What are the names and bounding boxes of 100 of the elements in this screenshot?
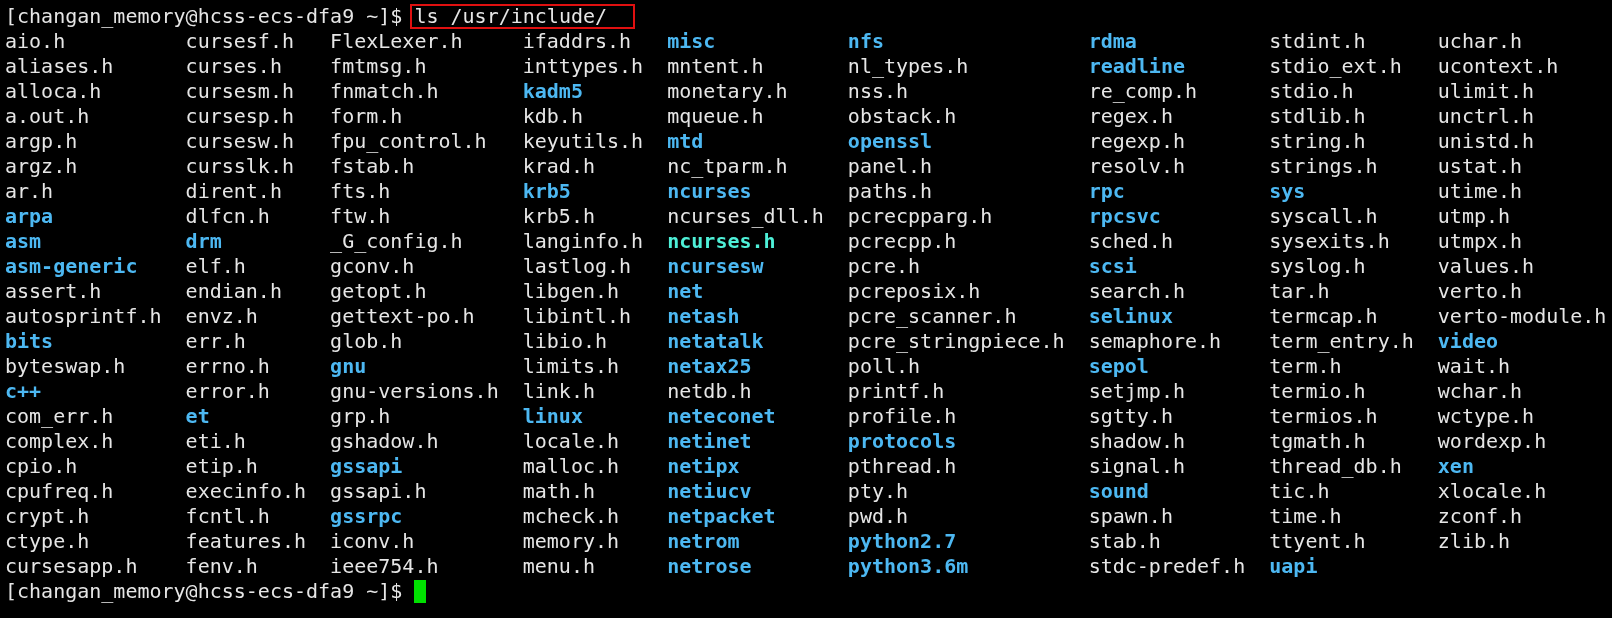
file-name: zlib.h xyxy=(1437,529,1511,553)
file-name: sysexits.h xyxy=(1269,229,1390,253)
file-name: semaphore.h xyxy=(1088,329,1222,353)
file-name: ctype.h xyxy=(5,529,90,553)
file-name: tar.h xyxy=(1269,279,1330,303)
file-name: locale.h xyxy=(522,429,620,453)
file-name: ulimit.h xyxy=(1437,79,1535,103)
file-name: string.h xyxy=(1269,129,1366,153)
file-name: cursesp.h xyxy=(185,104,294,128)
file-name: dlfcn.h xyxy=(185,204,270,228)
directory-name: netatalk xyxy=(667,329,764,353)
file-name: profile.h xyxy=(847,404,957,428)
file-name: tic.h xyxy=(1269,479,1330,503)
file-name: verto.h xyxy=(1437,279,1523,303)
file-name: uchar.h xyxy=(1437,29,1523,53)
file-name: execinfo.h xyxy=(185,479,307,503)
file-name: ifaddrs.h xyxy=(522,29,632,53)
file-name: wctype.h xyxy=(1437,404,1535,428)
file-name: errno.h xyxy=(185,354,270,378)
file-name: krb5.h xyxy=(522,204,595,228)
file-name: ucontext.h xyxy=(1437,54,1559,78)
file-name: pcre_scanner.h xyxy=(847,304,1017,328)
file-name: crypt.h xyxy=(5,504,90,528)
file-name: gettext-po.h xyxy=(330,304,475,328)
directory-name: uapi xyxy=(1269,554,1318,578)
directory-name: kadm5 xyxy=(522,79,583,103)
file-name: pcre_stringpiece.h xyxy=(847,329,1065,353)
directory-name: sound xyxy=(1088,479,1149,503)
directory-name: sepol xyxy=(1088,354,1149,378)
file-name: syslog.h xyxy=(1269,254,1366,278)
file-name: pcrecpp.h xyxy=(847,229,957,253)
file-name: stdint.h xyxy=(1269,29,1366,53)
file-name: gssapi.h xyxy=(330,479,427,503)
file-name: printf.h xyxy=(847,379,945,403)
directory-name: asm-generic xyxy=(5,254,138,278)
file-name: fts.h xyxy=(330,179,391,203)
file-name: xlocale.h xyxy=(1437,479,1547,503)
directory-name: rpcsvc xyxy=(1088,204,1161,228)
file-name: strings.h xyxy=(1269,154,1378,178)
file-name: wait.h xyxy=(1437,354,1511,378)
file-name: FlexLexer.h xyxy=(330,29,463,53)
file-name: paths.h xyxy=(847,179,933,203)
directory-name: krb5 xyxy=(522,179,571,203)
file-name: langinfo.h xyxy=(522,229,644,253)
file-name: pwd.h xyxy=(847,504,909,528)
file-name: fnmatch.h xyxy=(330,79,439,103)
directory-name: xen xyxy=(1437,454,1474,478)
file-name: argp.h xyxy=(5,129,78,153)
file-name: pcre.h xyxy=(847,254,921,278)
file-name: netdb.h xyxy=(667,379,752,403)
file-name: alloca.h xyxy=(5,79,102,103)
directory-name: gnu xyxy=(330,354,367,378)
file-name: ncurses_dll.h xyxy=(667,204,824,228)
file-name: re_comp.h xyxy=(1088,79,1198,103)
file-name: argz.h xyxy=(5,154,78,178)
file-name: cursesf.h xyxy=(185,29,294,53)
file-name: mqueue.h xyxy=(667,104,764,128)
shell-prompt: [changan_memory@hcss-ecs-dfa9 ~]$ xyxy=(5,4,403,29)
file-name: lastlog.h xyxy=(522,254,632,278)
file-name: a.out.h xyxy=(5,104,90,128)
file-name: cursslk.h xyxy=(185,154,294,178)
file-name: elf.h xyxy=(185,254,246,278)
file-name: pthread.h xyxy=(847,454,957,478)
file-name: ar.h xyxy=(5,179,54,203)
file-name: memory.h xyxy=(522,529,620,553)
file-name: ustat.h xyxy=(1437,154,1523,178)
directory-name: arpa xyxy=(5,204,54,228)
file-name: regex.h xyxy=(1088,104,1173,128)
directory-name: openssl xyxy=(847,129,933,153)
file-name: termcap.h xyxy=(1269,304,1378,328)
directory-name: mtd xyxy=(667,129,704,153)
file-name: regexp.h xyxy=(1088,129,1185,153)
directory-name: scsi xyxy=(1088,254,1137,278)
file-name: pty.h xyxy=(847,479,909,503)
file-name: libintl.h xyxy=(522,304,632,328)
file-name: termios.h xyxy=(1269,404,1378,428)
file-name: gconv.h xyxy=(330,254,415,278)
file-name: cursesm.h xyxy=(185,79,294,103)
file-name: resolv.h xyxy=(1088,154,1185,178)
file-name: endian.h xyxy=(185,279,282,303)
file-name: libgen.h xyxy=(522,279,620,303)
file-name: aliases.h xyxy=(5,54,114,78)
file-name: stdio_ext.h xyxy=(1269,54,1402,78)
file-name: stdlib.h xyxy=(1269,104,1366,128)
file-name: com_err.h xyxy=(5,404,114,428)
file-name: shadow.h xyxy=(1088,429,1185,453)
file-name: wchar.h xyxy=(1437,379,1523,403)
file-name: monetary.h xyxy=(667,79,788,103)
file-name: values.h xyxy=(1437,254,1535,278)
file-name: etip.h xyxy=(185,454,258,478)
directory-name: netpacket xyxy=(667,504,776,528)
directory-name: netash xyxy=(667,304,740,328)
file-name: cursesapp.h xyxy=(5,554,138,578)
file-name: assert.h xyxy=(5,279,102,303)
file-name: spawn.h xyxy=(1088,504,1173,528)
file-name: cpio.h xyxy=(5,454,78,478)
file-name: libio.h xyxy=(522,329,608,353)
file-name: wordexp.h xyxy=(1437,429,1547,453)
file-name: cursesw.h xyxy=(185,129,294,153)
file-name: iconv.h xyxy=(330,529,415,553)
